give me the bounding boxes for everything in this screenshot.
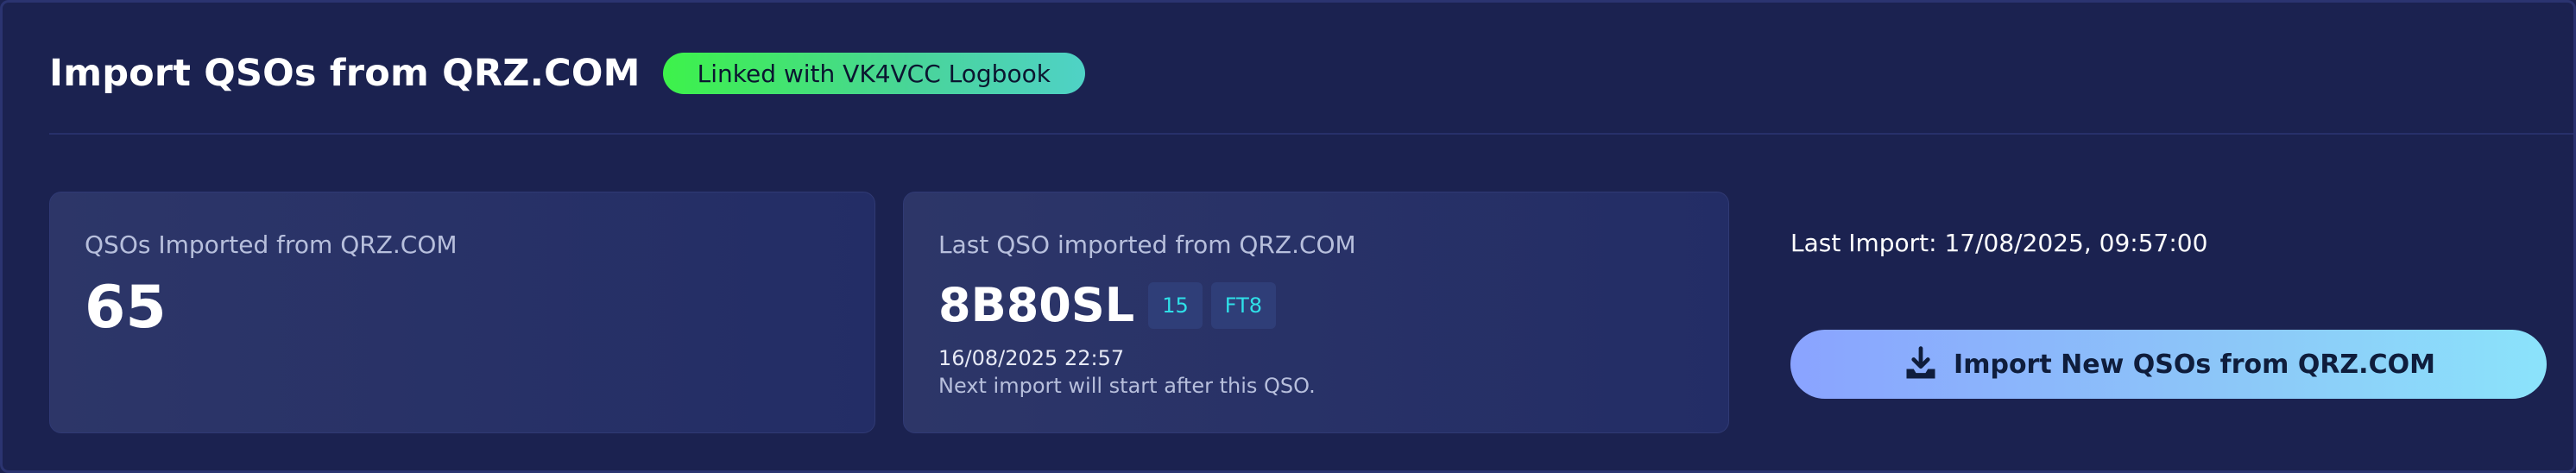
download-icon (1902, 345, 1940, 383)
imported-count-label: QSOs Imported from QRZ.COM (85, 230, 458, 259)
band-tag: 15 (1148, 282, 1203, 329)
mode-tag: FT8 (1210, 282, 1277, 329)
last-qso-datetime: 16/08/2025 22:57 (938, 346, 1125, 370)
import-panel: Import QSOs from QRZ.COM Linked with VK4… (0, 0, 2576, 473)
imported-count-value: 65 (85, 274, 167, 342)
header-divider (49, 133, 2573, 135)
import-button-label: Import New QSOs from QRZ.COM (1954, 349, 2435, 380)
imported-count-card: QSOs Imported from QRZ.COM 65 (49, 192, 875, 433)
last-qso-row: 8B80SL 15 FT8 (938, 278, 1277, 332)
last-qso-callsign: 8B80SL (938, 278, 1135, 332)
last-qso-label: Last QSO imported from QRZ.COM (938, 230, 1356, 259)
last-qso-card: Last QSO imported from QRZ.COM 8B80SL 15… (903, 192, 1729, 433)
panel-header: Import QSOs from QRZ.COM Linked with VK4… (49, 46, 1085, 101)
page-title: Import QSOs from QRZ.COM (49, 52, 641, 95)
last-import-timestamp: Last Import: 17/08/2025, 09:57:00 (1790, 229, 2208, 257)
next-import-note: Next import will start after this QSO. (938, 374, 1316, 398)
linked-logbook-badge: Linked with VK4VCC Logbook (662, 53, 1085, 94)
import-new-qsos-button[interactable]: Import New QSOs from QRZ.COM (1790, 330, 2547, 399)
